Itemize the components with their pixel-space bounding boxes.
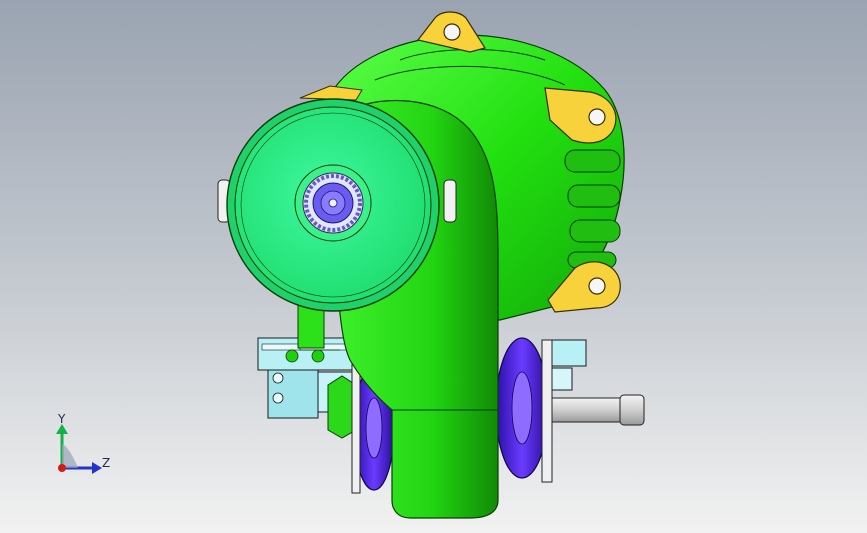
z-axis-arrowhead xyxy=(92,462,102,474)
coordinate-triad: Y Z xyxy=(44,410,124,480)
bracket-right[interactable] xyxy=(549,339,587,391)
x-axis-origin xyxy=(58,464,66,472)
gearbox-model[interactable] xyxy=(0,0,867,533)
triad-plane xyxy=(62,444,78,468)
input-shaft-spline[interactable] xyxy=(294,164,372,242)
3d-graphics-viewport[interactable]: Y Z xyxy=(0,0,867,533)
bearing-right[interactable] xyxy=(495,337,553,483)
y-axis-label: Y xyxy=(58,412,66,426)
triad-axes xyxy=(56,424,102,474)
output-shaft[interactable] xyxy=(547,394,645,426)
z-axis-label: Z xyxy=(102,456,111,470)
